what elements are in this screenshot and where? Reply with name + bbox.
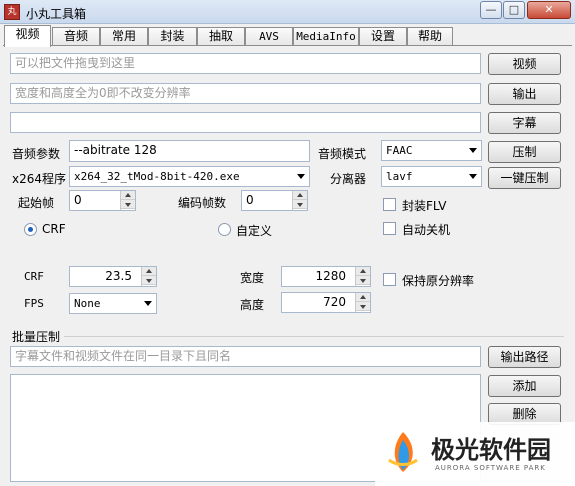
- close-button[interactable]: ✕: [527, 1, 571, 19]
- fps-label: FPS: [24, 297, 44, 310]
- width-value: 1280: [315, 269, 346, 283]
- splitter-value: lavf: [386, 170, 413, 183]
- fps-select[interactable]: None: [69, 293, 157, 314]
- tab-settings[interactable]: 设置: [359, 27, 407, 46]
- width-spinner[interactable]: 1280: [281, 266, 371, 287]
- subtitle-button[interactable]: 字幕: [488, 112, 561, 134]
- spin-down-icon[interactable]: [121, 200, 135, 209]
- mux-flv-checkbox[interactable]: [383, 198, 396, 211]
- audio-params-input[interactable]: --abitrate 128: [69, 140, 310, 162]
- tab-help[interactable]: 帮助: [407, 27, 453, 46]
- crf-radio[interactable]: [24, 223, 37, 236]
- spin-up-icon[interactable]: [142, 267, 156, 276]
- spin-down-icon[interactable]: [142, 276, 156, 285]
- tab-common[interactable]: 常用: [100, 27, 148, 46]
- height-label: 高度: [240, 298, 265, 312]
- spin-up-icon[interactable]: [356, 267, 370, 276]
- encode-frames-label: 编码帧数: [178, 196, 227, 210]
- encode-frames-value: 0: [246, 193, 254, 207]
- spin-up-icon[interactable]: [121, 191, 135, 200]
- spin-down-icon[interactable]: [356, 276, 370, 285]
- spin-down-icon[interactable]: [356, 302, 370, 311]
- tab-video[interactable]: 视频: [4, 25, 51, 47]
- custom-radio[interactable]: [218, 223, 231, 236]
- x264-value: x264_32_tMod-8bit-420.exe: [74, 170, 240, 183]
- batch-hint-input[interactable]: 字幕文件和视频文件在同一目录下且同名: [10, 346, 481, 367]
- height-spinner[interactable]: 720: [281, 292, 371, 313]
- add-button[interactable]: 添加: [488, 375, 561, 397]
- crf-spinner[interactable]: 23.5: [69, 266, 157, 287]
- minimize-button[interactable]: —: [480, 1, 502, 19]
- tab-mediainfo[interactable]: MediaInfo: [293, 27, 359, 46]
- maximize-button[interactable]: □: [503, 1, 525, 19]
- subtitle-file-input[interactable]: [10, 112, 481, 133]
- window-title: 小丸工具箱: [26, 7, 87, 21]
- height-value: 720: [323, 295, 346, 309]
- chevron-down-icon: [297, 174, 305, 179]
- x264-select[interactable]: x264_32_tMod-8bit-420.exe: [69, 166, 310, 187]
- tab-extract[interactable]: 抽取: [197, 27, 245, 46]
- mux-flv-label: 封装FLV: [402, 199, 447, 213]
- start-frame-label: 起始帧: [18, 196, 55, 210]
- batch-title: 批量压制: [12, 330, 61, 344]
- crf-label: CRF: [24, 270, 44, 283]
- watermark-text: 极光软件园: [431, 436, 551, 464]
- tab-mux[interactable]: 封装: [148, 27, 197, 46]
- video-button[interactable]: 视频: [488, 53, 561, 75]
- crf-value: 23.5: [105, 269, 132, 283]
- aurora-logo-icon: [388, 432, 418, 472]
- keep-resolution-checkbox[interactable]: [383, 273, 396, 286]
- compress-button[interactable]: 压制: [488, 141, 561, 163]
- audio-mode-value: FAAC: [386, 144, 413, 157]
- output-button[interactable]: 输出: [488, 83, 561, 105]
- output-path-button[interactable]: 输出路径: [488, 346, 561, 368]
- audio-mode-label: 音频模式: [318, 147, 367, 161]
- audio-params-label: 音频参数: [12, 147, 61, 161]
- video-file-input[interactable]: 可以把文件拖曳到这里: [10, 53, 481, 74]
- splitter-label: 分离器: [330, 172, 367, 186]
- chevron-down-icon: [469, 148, 477, 153]
- custom-radio-label: 自定义: [236, 224, 273, 238]
- width-label: 宽度: [240, 271, 265, 285]
- tab-avs[interactable]: AVS: [245, 27, 293, 46]
- auto-shutdown-checkbox[interactable]: [383, 222, 396, 235]
- app-icon: 丸: [4, 4, 20, 20]
- start-frame-spinner[interactable]: 0: [69, 190, 136, 211]
- crf-radio-label: CRF: [42, 222, 66, 236]
- start-frame-value: 0: [74, 193, 82, 207]
- spin-up-icon[interactable]: [293, 191, 307, 200]
- audio-mode-select[interactable]: FAAC: [381, 140, 482, 161]
- chevron-down-icon: [144, 301, 152, 306]
- keep-resolution-label: 保持原分辨率: [402, 274, 475, 288]
- spin-down-icon[interactable]: [293, 200, 307, 209]
- chevron-down-icon: [469, 174, 477, 179]
- spin-up-icon[interactable]: [356, 293, 370, 302]
- fps-value: None: [74, 297, 101, 310]
- one-click-compress-button[interactable]: 一键压制: [488, 167, 561, 189]
- output-file-input[interactable]: 宽度和高度全为0即不改变分辨率: [10, 83, 481, 104]
- tab-audio[interactable]: 音频: [52, 27, 100, 46]
- watermark: 极光软件园 AURORA SOFTWARE PARK: [375, 422, 575, 486]
- batch-divider: [64, 336, 564, 337]
- auto-shutdown-label: 自动关机: [402, 223, 451, 237]
- x264-label: x264程序: [12, 172, 67, 186]
- watermark-subtext: AURORA SOFTWARE PARK: [435, 464, 546, 472]
- encode-frames-spinner[interactable]: 0: [241, 190, 308, 211]
- splitter-select[interactable]: lavf: [381, 166, 482, 187]
